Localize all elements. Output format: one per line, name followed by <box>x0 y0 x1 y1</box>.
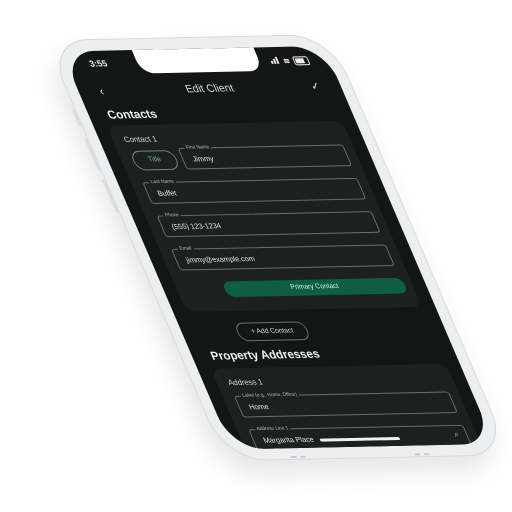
phone-value: (555) 123-1234 <box>170 221 223 232</box>
side-button <box>71 108 82 127</box>
phone-wrapper: 3:55 ≋ ‹ Edit Client ✓ Contacts Contact … <box>45 34 511 462</box>
email-field[interactable]: Email jimmy@example.com <box>170 244 395 271</box>
status-icons: ≋ <box>269 55 311 66</box>
add-contact-button[interactable]: + Add Contact <box>233 321 312 342</box>
last-name-value: Buffet <box>155 188 179 198</box>
address-line-value: Margarita Place <box>261 434 316 445</box>
phone-screen: 3:55 ≋ ‹ Edit Client ✓ Contacts Contact … <box>61 46 495 450</box>
speaker-grille <box>413 453 421 456</box>
first-name-value: Jimmy <box>190 154 216 164</box>
last-name-label: Last Name <box>147 178 178 186</box>
volume-up-button <box>84 138 102 172</box>
email-label: Email <box>176 245 195 252</box>
phone-label: Phone <box>162 212 183 219</box>
last-name-field[interactable]: Last Name Buffet <box>142 177 367 204</box>
speaker-grille <box>299 455 307 458</box>
scene: 3:55 ≋ ‹ Edit Client ✓ Contacts Contact … <box>0 0 512 512</box>
address-card: Address 1 Label (e.g., Home, Office) Hom… <box>210 363 489 450</box>
speaker-grille <box>423 453 430 456</box>
page-title: Edit Client <box>183 82 237 96</box>
header-bar: ‹ Edit Client ✓ <box>75 77 346 102</box>
volume-down-button <box>101 179 119 213</box>
address-line-label: Address Line 1 <box>253 425 292 433</box>
wifi-icon: ≋ <box>281 56 292 66</box>
email-value: jimmy@example.com <box>184 254 257 265</box>
phone-field[interactable]: Phone (555) 123-1234 <box>156 211 381 238</box>
signal-icon <box>269 56 282 66</box>
first-name-label: First Name <box>182 144 213 151</box>
property-section-title: Property Addresses <box>208 346 322 363</box>
address-label-value: Home <box>247 402 271 412</box>
battery-icon <box>291 55 311 65</box>
title-button[interactable]: Title <box>128 150 182 171</box>
address-label-field[interactable]: Label (e.g., Home, Office) Home <box>233 391 458 418</box>
contacts-section-title: Contacts <box>104 106 160 122</box>
contact-card-title: Contact 1 <box>122 134 159 145</box>
speaker-grille <box>290 455 297 459</box>
address-card-title: Address 1 <box>226 377 265 388</box>
contact-card: Contact 1 Title First Name Jimmy Last Na… <box>106 120 423 312</box>
address-label-label: Label (e.g., Home, Office) <box>239 391 300 399</box>
status-time: 3:55 <box>87 58 109 69</box>
status-bar: 3:55 ≋ <box>65 54 333 73</box>
search-icon[interactable]: ⌕ <box>452 430 460 440</box>
phone-frame: 3:55 ≋ ‹ Edit Client ✓ Contacts Contact … <box>45 34 511 462</box>
first-name-field[interactable]: First Name Jimmy <box>177 144 353 170</box>
primary-contact-button[interactable]: Primary Contact <box>221 277 409 298</box>
